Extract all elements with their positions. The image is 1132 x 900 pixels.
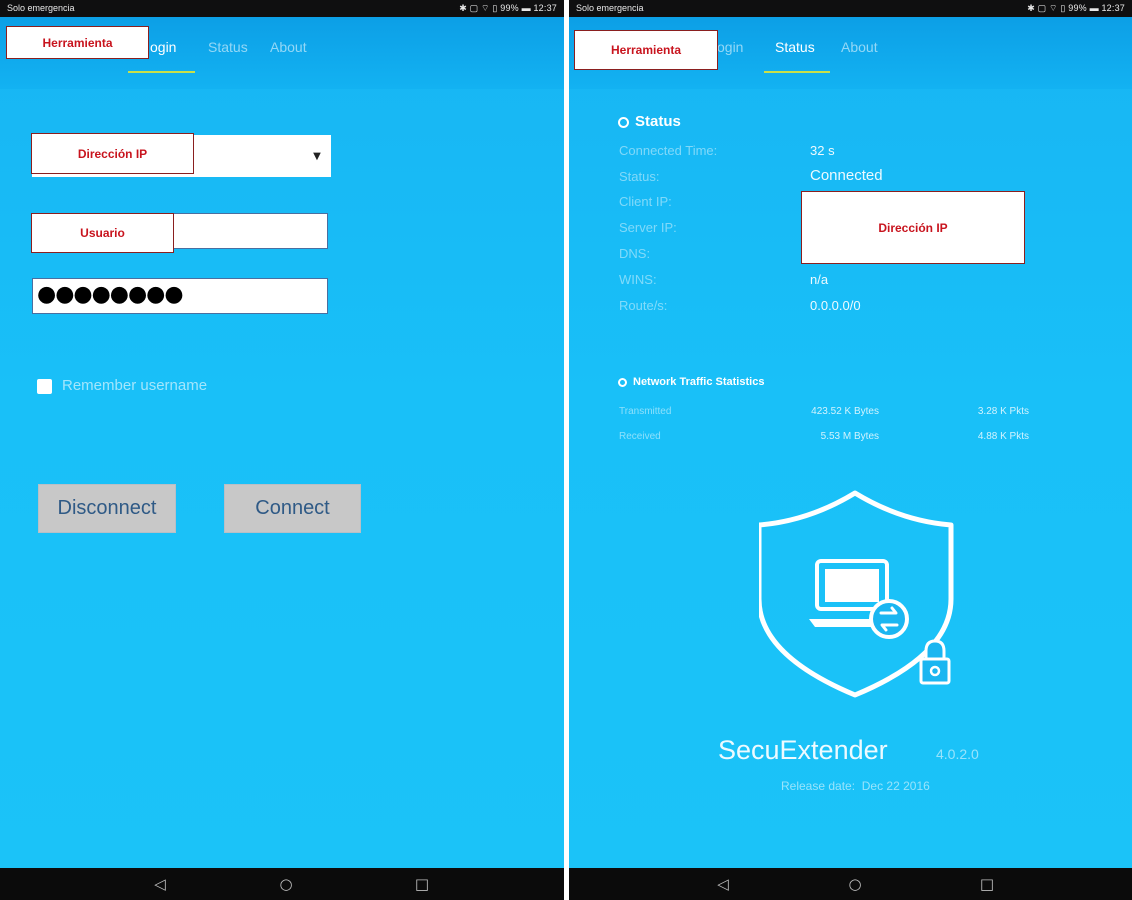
row-label-client-ip: Client IP: [619, 194, 672, 209]
row-value-connected-time: 32 s [810, 143, 835, 158]
release-date: Release date: Dec 22 2016 [781, 779, 930, 793]
recent-apps-icon[interactable]: □ [412, 875, 432, 893]
traffic-label-received: Received [619, 431, 661, 442]
row-label-status: Status: [619, 169, 660, 184]
annotation-ip-label: Dirección IP [801, 191, 1025, 264]
ring-icon [618, 116, 629, 128]
password-field[interactable]: ●●●●●●●● [32, 278, 328, 314]
remember-checkbox[interactable] [37, 379, 52, 394]
annotation-tool-label: Herramienta [6, 26, 149, 59]
tab-login[interactable]: ogin [717, 39, 743, 55]
row-value-routes: 0.0.0.0/0 [810, 298, 861, 313]
status-bar: Solo emergencia ✱ ▢ ⌔ ▯ 99% ▬ 12:37 [569, 0, 1132, 17]
app-version: 4.0.2.0 [936, 746, 979, 762]
status-indicators: ✱ ▢ ⌔ ▯ 99% ▬ 12:37 [459, 3, 557, 13]
release-date-value: Dec 22 2016 [861, 779, 930, 793]
traffic-bytes-received: 5.53 M Bytes [820, 431, 879, 442]
annotation-ip-label: Dirección IP [31, 133, 194, 174]
tab-status[interactable]: Status [208, 39, 248, 55]
row-label-connected-time: Connected Time: [619, 143, 718, 158]
connect-button[interactable]: Connect [224, 484, 361, 533]
shield-logo [759, 490, 954, 698]
active-tab-indicator [764, 71, 830, 73]
row-value-wins: n/a [810, 272, 829, 287]
tab-login[interactable]: ogin [150, 39, 176, 55]
traffic-bytes-transmitted: 423.52 K Bytes [811, 406, 879, 417]
tab-bar: ogin Status About Herramienta [0, 17, 564, 89]
traffic-label-transmitted: Transmitted [619, 406, 672, 417]
status-section-title: Status [618, 113, 681, 130]
nav-bar: ◁ ○ □ [569, 868, 1132, 900]
traffic-pkts-transmitted: 3.28 K Pkts [977, 406, 1029, 417]
app-name: SecuExtender [718, 735, 888, 765]
row-label-routes: Route/s: [619, 298, 668, 313]
phone-login-screen: Solo emergencia ✱ ▢ ⌔ ▯ 99% ▬ 12:37 ogin… [0, 0, 564, 900]
active-tab-indicator [128, 71, 195, 73]
disconnect-button[interactable]: Disconnect [38, 484, 176, 533]
lock-icon [919, 639, 951, 685]
release-label: Release date: [781, 779, 856, 793]
sync-icon [869, 599, 909, 639]
tab-bar: ogin Status About Herramienta [569, 17, 1132, 89]
carrier-text: Solo emergencia [576, 3, 644, 13]
remember-label: Remember username [62, 377, 208, 394]
annotation-user-label: Usuario [31, 213, 174, 253]
carrier-text: Solo emergencia [7, 3, 75, 13]
traffic-pkts-received: 4.88 K Pkts [977, 431, 1029, 442]
back-icon[interactable]: ◁ [150, 875, 170, 893]
ring-icon [618, 377, 627, 387]
row-label-wins: WINS: [619, 272, 657, 287]
dropdown-arrow-icon: ▼ [313, 150, 321, 162]
password-mask: ●●●●●●●● [37, 282, 184, 307]
annotation-tool-label: Herramienta [574, 30, 718, 70]
tab-about[interactable]: About [841, 39, 878, 55]
status-indicators: ✱ ▢ ⌔ ▯ 99% ▬ 12:37 [1027, 3, 1125, 13]
nav-bar: ◁ ○ □ [0, 868, 564, 900]
login-screen: ogin Status About Herramienta ▼ Direcció… [0, 17, 564, 868]
status-screen: ogin Status About Herramienta Status Con… [569, 17, 1132, 868]
row-label-dns: DNS: [619, 246, 651, 261]
back-icon[interactable]: ◁ [713, 875, 733, 893]
status-title-text: Status [635, 113, 681, 130]
row-label-server-ip: Server IP: [619, 220, 677, 235]
row-value-status: Connected [810, 167, 883, 184]
recent-apps-icon[interactable]: □ [977, 875, 997, 893]
home-icon[interactable]: ○ [276, 875, 296, 893]
status-bar: Solo emergencia ✱ ▢ ⌔ ▯ 99% ▬ 12:37 [0, 0, 564, 17]
home-icon[interactable]: ○ [845, 875, 865, 893]
traffic-title-text: Network Traffic Statistics [633, 376, 765, 388]
traffic-section-title: Network Traffic Statistics [618, 376, 764, 388]
phone-status-screen: Solo emergencia ✱ ▢ ⌔ ▯ 99% ▬ 12:37 ogin… [569, 0, 1132, 900]
tab-about[interactable]: About [270, 39, 307, 55]
tab-status[interactable]: Status [775, 39, 815, 55]
